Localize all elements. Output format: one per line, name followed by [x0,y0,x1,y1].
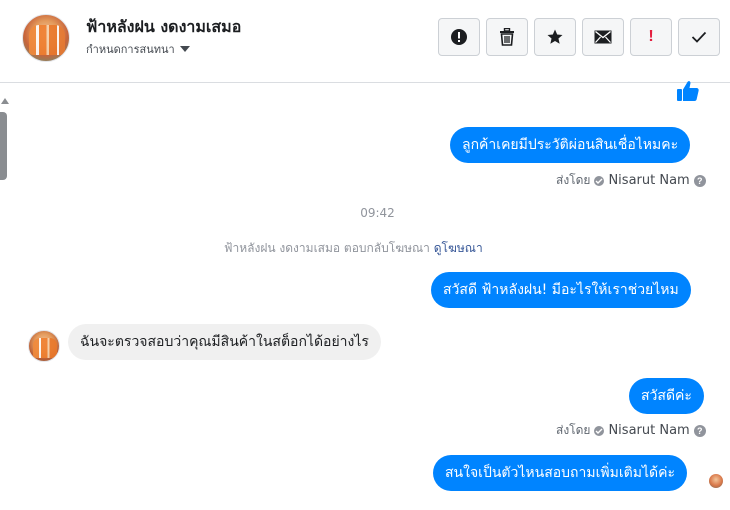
message-timestamp: 09:42 [360,206,395,220]
sent-by-line: ส่งโดย Nisarut Nam ? [556,171,706,190]
info-icon[interactable]: ? [693,424,706,437]
message-bubble-incoming[interactable]: ฉันจะตรวจสอบว่าคุณมีสินค้าในสต็อกได้อย่า… [68,324,381,360]
view-ad-link[interactable]: ดูโฆษณา [434,241,483,255]
important-button[interactable]: ! [630,18,672,56]
assign-label: กำหนดการสนทนา [86,43,175,56]
message-bubble-outgoing[interactable]: สนใจเป็นตัวไหนสอบถามเพิ่มเติมได้ค่ะ [433,455,687,491]
spam-button[interactable] [438,18,480,56]
agent-name: Nisarut Nam [608,423,690,438]
seen-indicator-avatar [709,474,723,488]
message-bubble-outgoing[interactable]: ลูกค้าเคยมีประวัติผ่อนสินเชื่อไหมคะ [450,127,691,163]
trash-icon [500,28,514,46]
star-button[interactable] [534,18,576,56]
message-bubble-outgoing[interactable]: สวัสดีค่ะ [629,378,704,414]
star-icon [547,29,563,44]
sent-by-line: ส่งโดย Nisarut Nam ? [556,421,706,440]
action-toolbar: ! [438,18,720,56]
mail-button[interactable] [582,18,624,56]
like-reaction [676,80,700,106]
exclamation-icon: ! [648,28,654,45]
sent-by-label: ส่งโดย [556,423,591,437]
sent-by-label: ส่งโดย [556,173,591,187]
envelope-icon [594,30,612,44]
thumbs-up-icon [677,81,699,101]
ad-reply-notice: ฟ้าหลังฝน งดงามเสมอ ตอบกลับโฆษณา ดูโฆษณา [224,239,483,258]
assign-conversation-dropdown[interactable]: กำหนดการสนทนา [86,40,190,58]
contact-name[interactable]: ฟ้าหลังฝน งดงามเสมอ [86,15,241,40]
done-button[interactable] [678,18,720,56]
scrollbar-thumb[interactable] [0,112,7,180]
sent-check-icon [594,425,605,436]
contact-avatar-small[interactable] [28,330,60,362]
ad-reply-text: ฟ้าหลังฝน งดงามเสมอ ตอบกลับโฆษณา [224,241,430,255]
delete-button[interactable] [486,18,528,56]
agent-name: Nisarut Nam [608,173,690,188]
check-icon [691,31,707,43]
contact-avatar[interactable] [22,14,70,62]
message-bubble-outgoing[interactable]: สวัสดี ฟ้าหลังฝน! มีอะไรให้เราช่วยไหม [431,272,691,308]
scroll-up-arrow[interactable] [1,98,9,104]
caret-down-icon [179,46,190,52]
sent-check-icon [594,175,605,186]
conversation-window: ฟ้าหลังฝน งดงามเสมอ กำหนดการสนทนา ! ลูกค… [0,0,730,510]
alert-circle-icon [451,29,467,45]
info-icon[interactable]: ? [693,174,706,187]
conversation-header: ฟ้าหลังฝน งดงามเสมอ กำหนดการสนทนา ! [0,0,730,83]
